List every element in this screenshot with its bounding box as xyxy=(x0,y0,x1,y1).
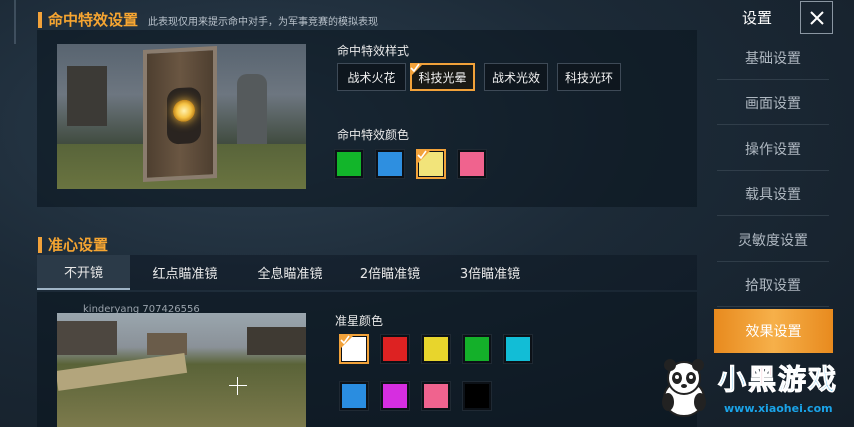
selected-check-icon xyxy=(410,63,424,77)
close-button[interactable] xyxy=(800,1,833,34)
tab-no-scope[interactable]: 不开镜 xyxy=(37,255,130,290)
scope-tabs: 不开镜 红点瞄准镜 全息瞄准镜 2倍瞄准镜 3倍瞄准镜 xyxy=(37,255,697,290)
style-option-tech-halo[interactable]: 科技光晕 xyxy=(410,63,475,91)
crosshair-preview-image xyxy=(57,313,306,427)
crosshair-color-swatch-white[interactable] xyxy=(339,334,369,364)
crosshair-color-swatch-pink[interactable] xyxy=(421,381,451,411)
hit-effect-preview-image xyxy=(57,44,306,189)
crosshair-color-swatch-green[interactable] xyxy=(462,334,492,364)
tab-2x-scope[interactable]: 2倍瞄准镜 xyxy=(340,255,440,290)
close-icon xyxy=(809,10,824,25)
crosshair-color-swatch-red[interactable] xyxy=(380,334,410,364)
hit-effect-description: 此表现仅用来提示命中对手，为军事竞赛的模拟表现 xyxy=(148,17,379,28)
selected-check-icon xyxy=(340,335,354,349)
tab-3x-scope[interactable]: 3倍瞄准镜 xyxy=(440,255,540,290)
hit-color-swatch-green[interactable] xyxy=(334,149,364,179)
crosshair-header: 准心设置 xyxy=(38,234,108,255)
hit-effect-header: 命中特效设置 此表现仅用来提示命中对手，为军事竞赛的模拟表现 xyxy=(38,9,378,30)
crosshair-color-swatch-yellow[interactable] xyxy=(421,334,451,364)
panda-logo-icon xyxy=(662,359,706,417)
tab-holographic[interactable]: 全息瞄准镜 xyxy=(240,255,340,290)
hit-color-swatch-pink[interactable] xyxy=(457,149,487,179)
crosshair-color-swatch-magenta[interactable] xyxy=(380,381,410,411)
style-option-tactical-light[interactable]: 战术光效 xyxy=(484,63,548,91)
crosshair-title: 准心设置 xyxy=(48,236,109,254)
crosshair-color-swatch-cyan[interactable] xyxy=(503,334,533,364)
tab-red-dot[interactable]: 红点瞄准镜 xyxy=(130,255,240,290)
hit-color-swatch-yellow[interactable] xyxy=(416,149,446,179)
hit-effect-style-label: 命中特效样式 xyxy=(337,44,410,58)
site-url: www.xiaohei.com xyxy=(724,402,833,415)
sidebar-item-graphics[interactable]: 画面设置 xyxy=(717,81,829,125)
sidebar-item-controls[interactable]: 操作设置 xyxy=(717,127,829,171)
crosshair-color-swatch-black[interactable] xyxy=(462,381,492,411)
site-watermark: 小黑游戏 www.xiaohei.com xyxy=(658,352,854,427)
selected-check-icon xyxy=(417,150,431,164)
sidebar-item-effects[interactable]: 效果设置 xyxy=(714,309,833,353)
hit-effect-title: 命中特效设置 xyxy=(48,11,139,29)
sidebar-title: 设置 xyxy=(741,8,772,27)
style-option-tactical-spark[interactable]: 战术火花 xyxy=(337,63,406,91)
style-option-tech-ring[interactable]: 科技光环 xyxy=(557,63,621,91)
section-accent-bar xyxy=(38,11,42,28)
crosshair-color-swatch-blue[interactable] xyxy=(339,381,369,411)
hit-effect-color-label: 命中特效颜色 xyxy=(337,128,410,142)
sidebar-item-pickup[interactable]: 拾取设置 xyxy=(717,263,829,307)
hit-color-swatch-blue[interactable] xyxy=(375,149,405,179)
site-name: 小黑游戏 xyxy=(717,363,839,397)
decorative-line xyxy=(14,0,16,44)
sidebar-item-basic[interactable]: 基础设置 xyxy=(717,36,829,80)
crosshair-icon xyxy=(229,385,247,386)
crosshair-color-label: 准星颜色 xyxy=(335,314,384,328)
sidebar-item-vehicle[interactable]: 载具设置 xyxy=(717,172,829,216)
section-accent-bar xyxy=(38,236,42,253)
sidebar-item-sensitivity[interactable]: 灵敏度设置 xyxy=(717,218,829,262)
